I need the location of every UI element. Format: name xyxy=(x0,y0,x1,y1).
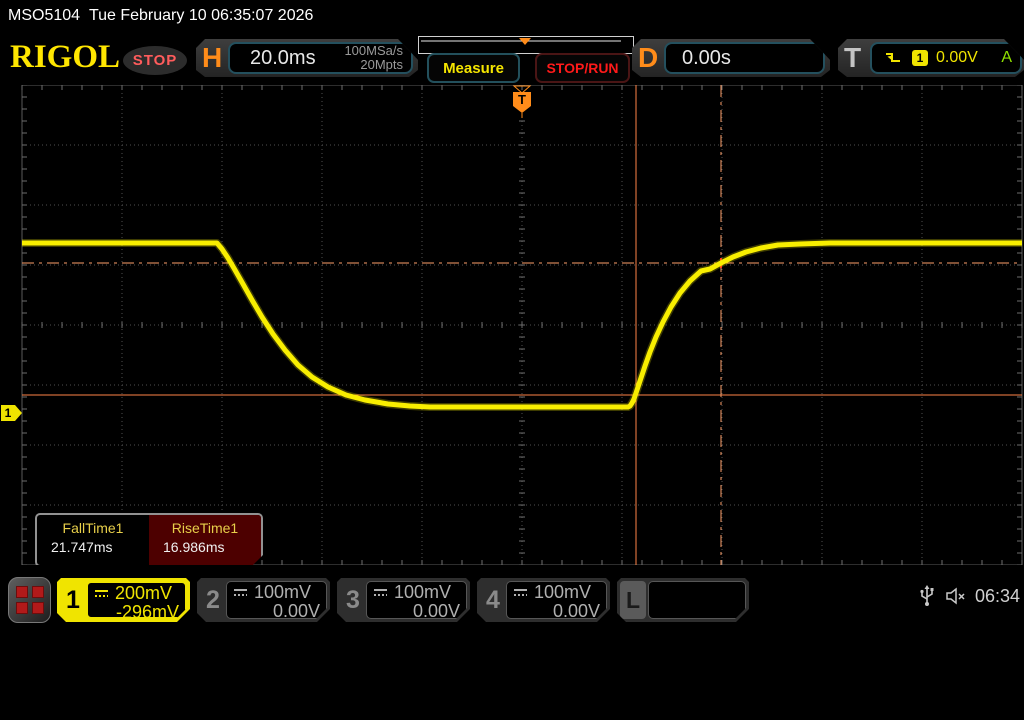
measurement-falltime-cell[interactable]: FallTime1 21.747ms xyxy=(37,515,149,565)
model-name: MSO5104 xyxy=(8,7,80,24)
sample-rate: 100MSa/s xyxy=(344,44,403,58)
measurement-value: 16.986ms xyxy=(149,539,261,555)
delay-label: D xyxy=(638,42,658,74)
measurement-risetime-cell[interactable]: RiseTime1 16.986ms xyxy=(149,515,261,565)
svg-text:1: 1 xyxy=(5,406,12,420)
falling-edge-icon xyxy=(884,50,902,66)
usb-icon xyxy=(919,585,935,607)
channel-1-box[interactable]: 1 200mV -296mV xyxy=(57,578,190,622)
header-bar: RIGOL STOP H 20.0ms 100MSa/s 20Mpts Meas… xyxy=(0,33,1024,83)
channel-2-values: 100mV 0.00V xyxy=(226,581,327,619)
channel-4-box[interactable]: 4 100mV 0.00V xyxy=(477,578,610,622)
clock: 06:34 xyxy=(975,586,1020,607)
channel-3-box[interactable]: 3 100mV 0.00V xyxy=(337,578,470,622)
measurement-label: FallTime1 xyxy=(37,520,149,536)
channel-4-number: 4 xyxy=(477,578,509,622)
measure-button-label: Measure xyxy=(443,60,504,77)
channel-scale: 100mV xyxy=(394,582,451,603)
titlebar-text: MSO5104 Tue February 10 06:35:07 2026 xyxy=(8,7,313,25)
scope-display[interactable]: T1 xyxy=(0,85,1024,565)
logic-channels-box[interactable]: L 0 1 2 3 4 5 6 7 8 9 1011 12131415 xyxy=(617,578,749,622)
trigger-label: T xyxy=(844,42,861,74)
svg-text:T: T xyxy=(518,92,526,107)
logic-row-1: 0 1 2 3 4 5 6 7 xyxy=(649,618,745,635)
measurement-label: RiseTime1 xyxy=(149,520,261,536)
status-icons: 06:34 xyxy=(919,585,1024,607)
logic-row-2: 8 9 1011 12131415 xyxy=(649,669,745,686)
coupling-icon xyxy=(94,589,109,599)
channel-offset: 0.00V xyxy=(373,602,460,621)
coupling-icon xyxy=(233,588,248,598)
channel-scale: 200mV xyxy=(115,583,172,604)
trigger-position-marker[interactable]: T xyxy=(513,92,531,118)
channel-2-box[interactable]: 2 100mV 0.00V xyxy=(197,578,330,622)
channel-scale: 100mV xyxy=(534,582,591,603)
trigger-sweep-mode: A xyxy=(1001,49,1012,67)
coupling-icon xyxy=(373,588,388,598)
trigger-level-value: 0.00V xyxy=(936,49,978,67)
channel-offset: 0.00V xyxy=(513,602,600,621)
coupling-icon xyxy=(513,588,528,598)
channel-1-values: 200mV -296mV xyxy=(86,581,187,619)
delay-panel[interactable]: D 0.00s xyxy=(632,39,830,77)
measure-button[interactable]: Measure xyxy=(427,53,520,83)
delay-value: 0.00s xyxy=(682,47,731,70)
channel-3-values: 100mV 0.00V xyxy=(366,581,467,619)
channel-offset: -296mV xyxy=(94,603,179,622)
waveform-preview-icon xyxy=(419,37,631,51)
logic-label: L xyxy=(620,581,646,619)
horizontal-label: H xyxy=(202,42,222,74)
sound-muted-icon xyxy=(945,587,967,605)
delay-inner-box: 0.00s xyxy=(664,42,825,74)
channel-1-level-marker[interactable]: 1 xyxy=(1,405,22,421)
stop-run-button[interactable]: STOP/RUN xyxy=(535,53,630,83)
channel-3-number: 3 xyxy=(337,578,369,622)
waveform-preview-bar[interactable] xyxy=(418,36,634,54)
channel-4-values: 100mV 0.00V xyxy=(506,581,607,619)
main-menu-button[interactable] xyxy=(8,577,51,623)
stop-run-button-label: STOP/RUN xyxy=(546,60,618,76)
trigger-panel[interactable]: T 1 0.00V A xyxy=(838,39,1024,77)
acquisition-info: 100MSa/s 20Mpts xyxy=(344,44,403,72)
channel-scale: 100mV xyxy=(254,582,311,603)
acquisition-status-label: STOP xyxy=(133,52,178,69)
graticule-ticks xyxy=(22,85,1022,565)
titlebar: MSO5104 Tue February 10 06:35:07 2026 xyxy=(0,0,1024,33)
rigol-logo: RIGOL xyxy=(10,39,120,76)
menu-grid-icon xyxy=(16,586,44,614)
logic-channel-list: 0 1 2 3 4 5 6 7 8 9 1011 12131415 xyxy=(648,581,746,619)
trigger-source-badge: 1 xyxy=(912,50,928,66)
horizontal-inner-box: 20.0ms 100MSa/s 20Mpts xyxy=(228,42,413,74)
channel-offset: 0.00V xyxy=(233,602,320,621)
horizontal-panel[interactable]: H 20.0ms 100MSa/s 20Mpts xyxy=(196,39,418,77)
measurement-value: 21.747ms xyxy=(37,539,149,555)
timebase-value: 20.0ms xyxy=(250,47,316,70)
datetime: Tue February 10 06:35:07 2026 xyxy=(89,7,313,24)
trigger-inner-box: 1 0.00V A xyxy=(870,42,1022,74)
channel-2-number: 2 xyxy=(197,578,229,622)
bottom-bar: 1 200mV -296mV 2 100mV 0.00V xyxy=(0,565,1024,630)
channel-1-number: 1 xyxy=(57,578,89,622)
measurement-results-popup: FallTime1 21.747ms RiseTime1 16.986ms xyxy=(35,513,263,567)
acquisition-status-badge: STOP xyxy=(123,46,187,75)
memory-depth: 20Mpts xyxy=(344,58,403,72)
